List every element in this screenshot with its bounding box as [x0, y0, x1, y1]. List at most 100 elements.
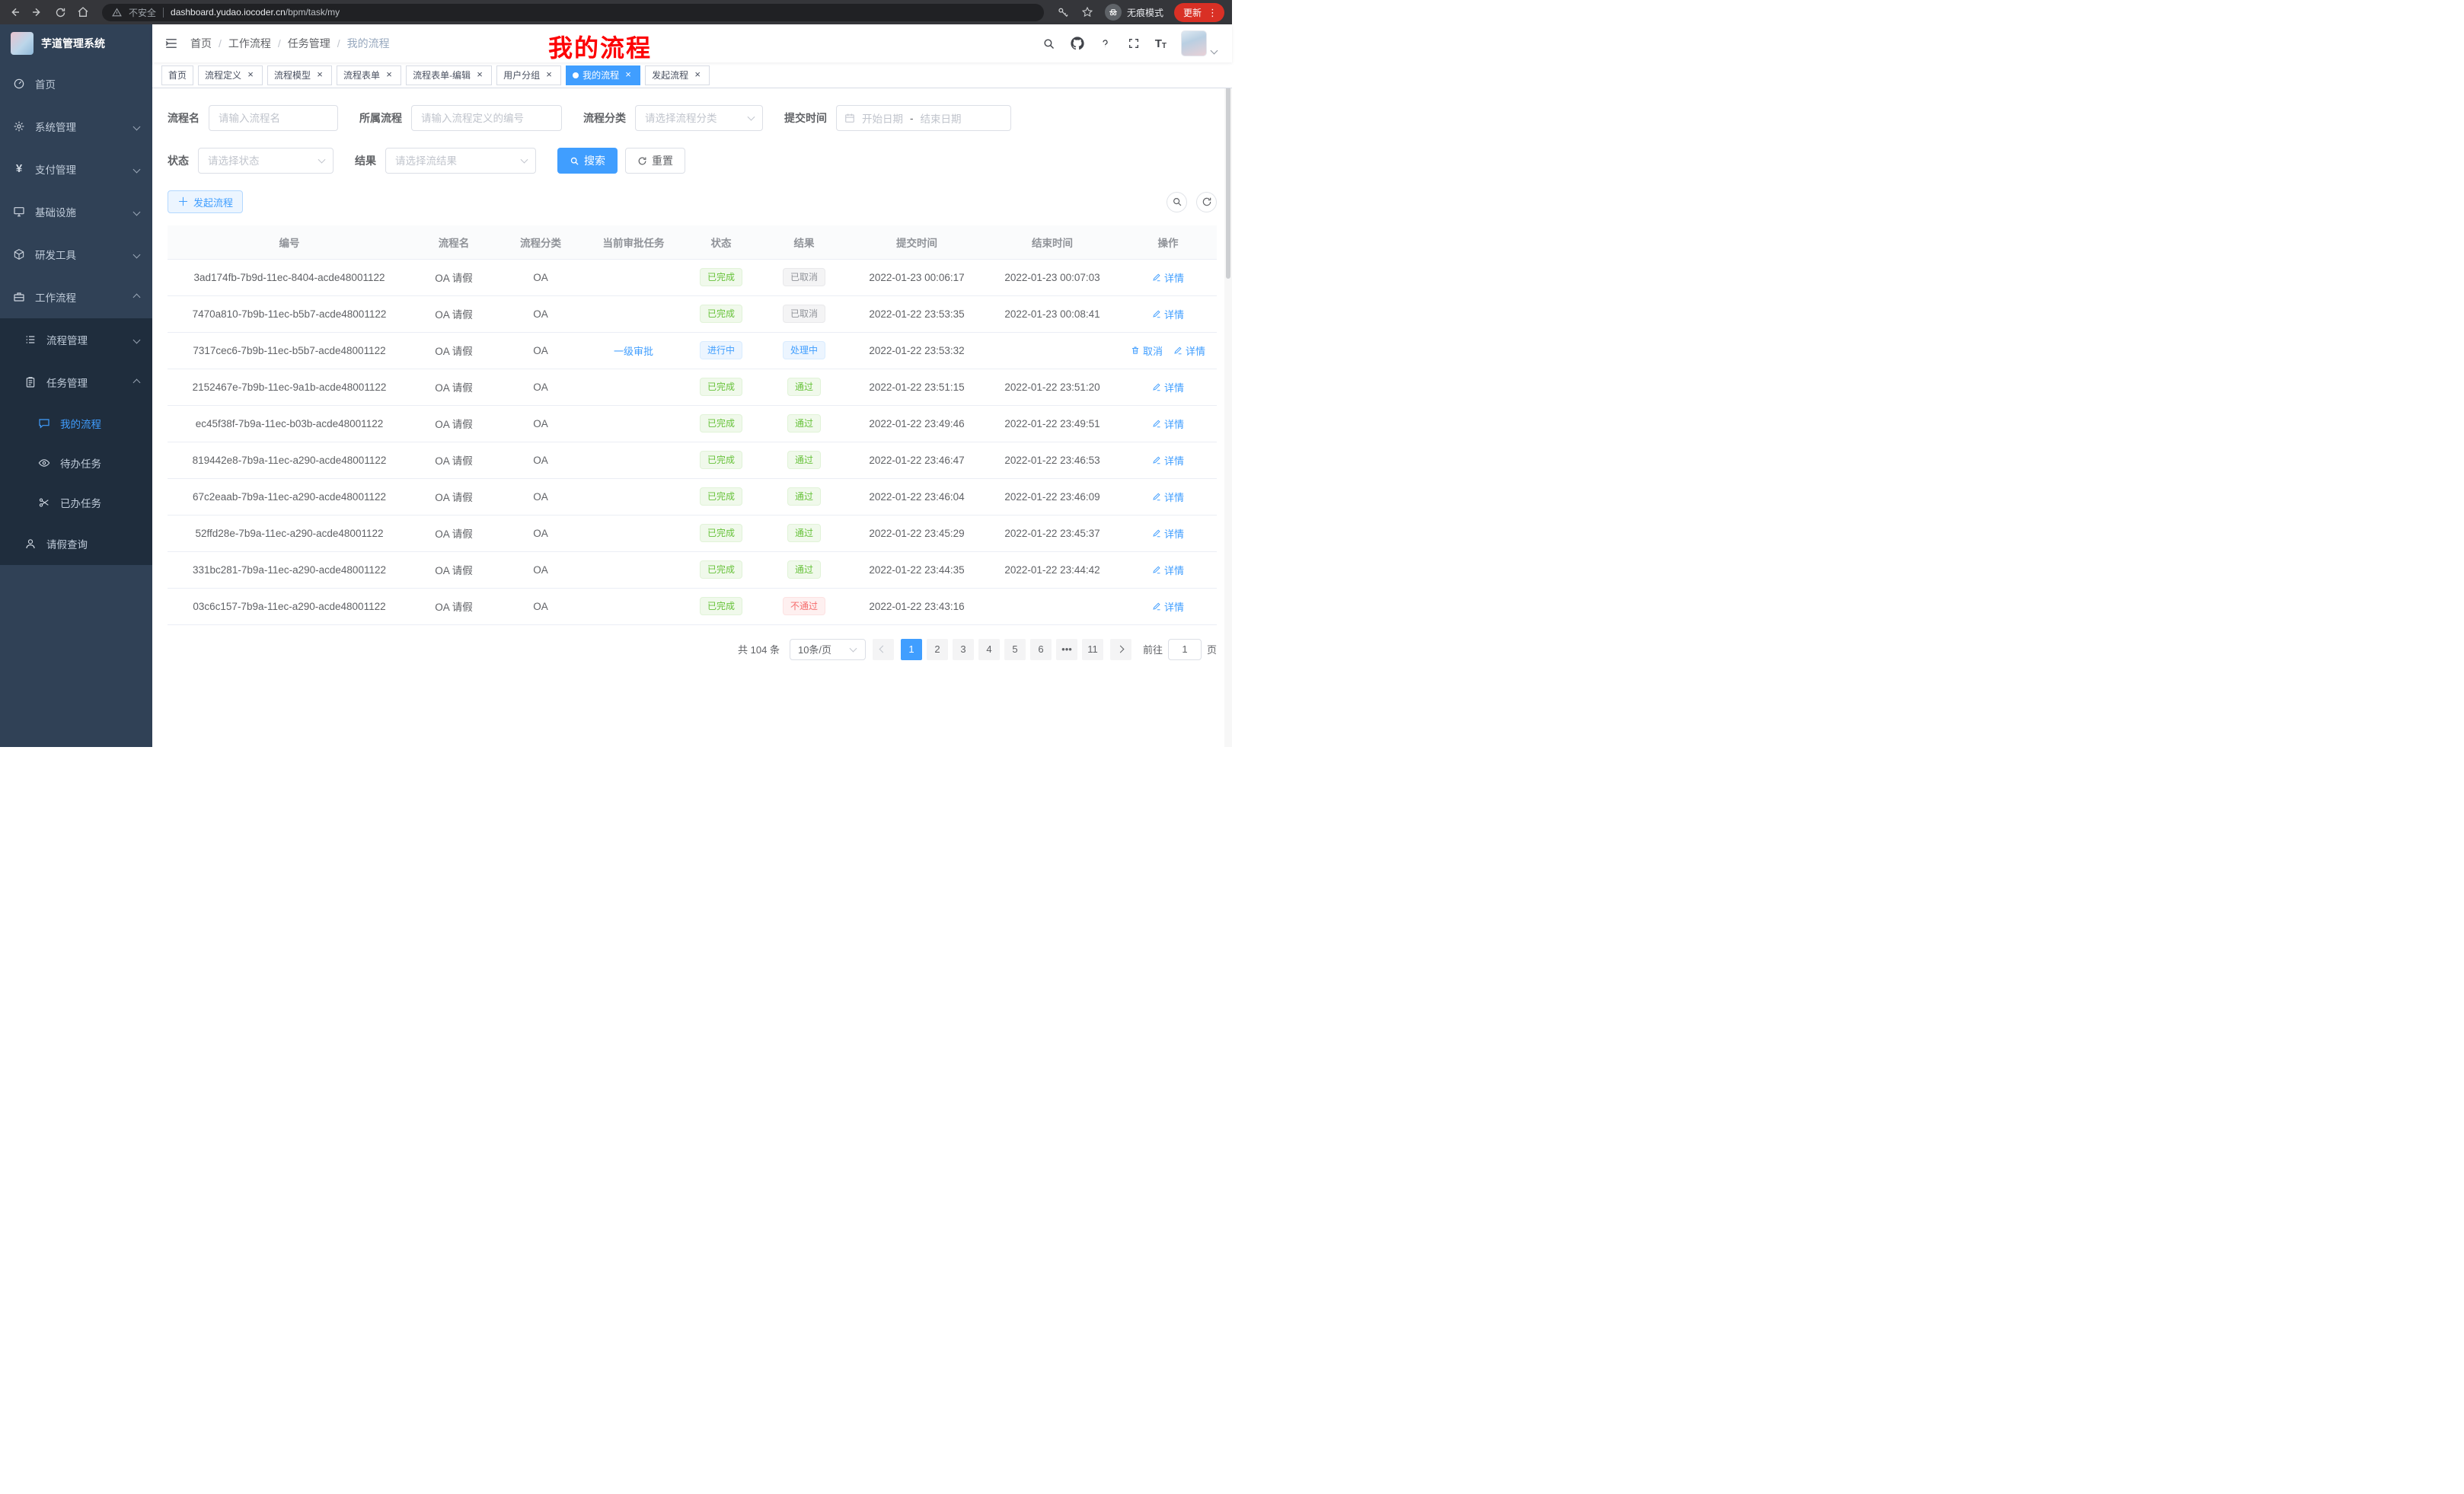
detail-link[interactable]: 详情 — [1152, 270, 1184, 285]
breadcrumb-task-mgmt[interactable]: 任务管理 — [288, 36, 330, 51]
create-process-button[interactable]: ＋ 发起流程 — [168, 190, 243, 213]
sidebar-item-system[interactable]: 系统管理 — [0, 105, 152, 148]
github-icon[interactable] — [1071, 37, 1084, 50]
result-select[interactable] — [385, 148, 536, 174]
detail-link[interactable]: 详情 — [1152, 417, 1184, 431]
tab-发起流程[interactable]: 发起流程× — [645, 65, 710, 85]
bookmark-star-icon[interactable] — [1080, 5, 1094, 19]
detail-link[interactable]: 详情 — [1152, 526, 1184, 541]
hamburger-icon[interactable] — [152, 24, 190, 62]
info-tag: 已取消 — [783, 268, 825, 286]
user-menu[interactable] — [1181, 30, 1217, 56]
status-select[interactable] — [198, 148, 334, 174]
sidebar-item-payment[interactable]: ¥ 支付管理 — [0, 148, 152, 190]
detail-link[interactable]: 详情 — [1173, 343, 1205, 358]
sidebar-item-leave-query[interactable]: 请假查询 — [0, 522, 152, 565]
tab-用户分组[interactable]: 用户分组× — [496, 65, 561, 85]
page-button-3[interactable]: 3 — [953, 639, 974, 660]
detail-link[interactable]: 详情 — [1152, 490, 1184, 504]
app-logo[interactable]: 芋道管理系统 — [0, 24, 152, 62]
tab-流程定义[interactable]: 流程定义× — [198, 65, 263, 85]
tab-close-icon[interactable]: × — [623, 70, 634, 81]
incognito-badge[interactable]: 无痕模式 — [1105, 4, 1163, 21]
help-icon[interactable] — [1099, 37, 1112, 50]
reload-icon[interactable] — [53, 5, 67, 19]
incognito-label: 无痕模式 — [1127, 6, 1163, 19]
home-icon[interactable] — [76, 5, 90, 19]
cell-category: OA — [496, 551, 585, 588]
page-button-4[interactable]: 4 — [978, 639, 1000, 660]
forward-icon[interactable] — [30, 5, 44, 19]
cancel-link[interactable]: 取消 — [1131, 343, 1163, 358]
update-button[interactable]: 更新 ⋮ — [1174, 3, 1224, 22]
cell-actions: 详情 — [1119, 515, 1217, 551]
address-bar[interactable]: 不安全 dashboard.yudao.iocoder.cn/bpm/task/… — [102, 4, 1044, 21]
incognito-icon — [1105, 4, 1122, 21]
breadcrumb-workflow[interactable]: 工作流程 — [228, 36, 271, 51]
browser-menu-icon[interactable]: ⋮ — [1208, 8, 1218, 18]
tab-流程模型[interactable]: 流程模型× — [267, 65, 332, 85]
cell-category: OA — [496, 478, 585, 515]
tab-close-icon[interactable]: × — [544, 70, 554, 81]
date-range-picker[interactable]: 开始日期 - 结束日期 — [836, 105, 1011, 131]
detail-link[interactable]: 详情 — [1152, 453, 1184, 468]
toggle-search-icon[interactable] — [1167, 192, 1187, 212]
page-ellipsis[interactable]: ••• — [1056, 639, 1077, 660]
search-icon[interactable] — [1042, 37, 1056, 50]
detail-link[interactable]: 详情 — [1152, 599, 1184, 614]
task-link[interactable]: 一级审批 — [614, 343, 653, 358]
tab-close-icon[interactable]: × — [384, 70, 394, 81]
breadcrumb-home[interactable]: 首页 — [190, 36, 212, 51]
sidebar-item-infra[interactable]: 基础设施 — [0, 190, 152, 233]
tab-我的流程[interactable]: 我的流程× — [566, 65, 640, 85]
sidebar-item-home[interactable]: 首页 — [0, 62, 152, 105]
filter-label: 流程名 — [168, 110, 199, 126]
category-select[interactable] — [635, 105, 763, 131]
detail-link[interactable]: 详情 — [1152, 563, 1184, 577]
page-button-5[interactable]: 5 — [1004, 639, 1026, 660]
sidebar-item-devtools[interactable]: 研发工具 — [0, 233, 152, 276]
scrollbar[interactable] — [1224, 24, 1232, 747]
tab-close-icon[interactable]: × — [245, 70, 256, 81]
yen-icon: ¥ — [13, 163, 25, 175]
tab-close-icon[interactable]: × — [692, 70, 703, 81]
password-key-icon[interactable] — [1056, 5, 1070, 19]
prev-page-button[interactable] — [873, 639, 894, 660]
chevron-up-icon — [133, 293, 141, 301]
page-button-6[interactable]: 6 — [1030, 639, 1052, 660]
process-def-input[interactable] — [411, 105, 562, 131]
tab-流程表单[interactable]: 流程表单× — [337, 65, 401, 85]
refresh-table-icon[interactable] — [1196, 192, 1217, 212]
sidebar-item-todo-tasks[interactable]: 待办任务 — [0, 443, 152, 483]
fullscreen-icon[interactable] — [1127, 37, 1141, 50]
search-button[interactable]: 搜索 — [557, 148, 618, 174]
detail-link[interactable]: 详情 — [1152, 307, 1184, 321]
page-button-2[interactable]: 2 — [927, 639, 948, 660]
table-header-row: 编号流程名流程分类当前审批任务状态结果提交时间结束时间操作 — [168, 225, 1217, 259]
sidebar-item-process-mgmt[interactable]: 流程管理 — [0, 318, 152, 361]
sidebar-item-my-process[interactable]: 我的流程 — [0, 404, 152, 443]
page-size-select[interactable]: 10条/页 — [790, 639, 866, 660]
tab-流程表单-编辑[interactable]: 流程表单-编辑× — [406, 65, 492, 85]
top-header: 首页 / 工作流程 / 任务管理 / 我的流程 TT — [152, 24, 1232, 62]
tab-首页[interactable]: 首页 — [161, 65, 193, 85]
page-button-1[interactable]: 1 — [901, 639, 922, 660]
tab-close-icon[interactable]: × — [474, 70, 485, 81]
page-button-11[interactable]: 11 — [1082, 639, 1103, 660]
reset-button[interactable]: 重置 — [625, 148, 685, 174]
tab-close-icon[interactable]: × — [314, 70, 325, 81]
page-url: dashboard.yudao.iocoder.cn/bpm/task/my — [171, 7, 340, 18]
detail-link[interactable]: 详情 — [1152, 380, 1184, 394]
next-page-button[interactable] — [1110, 639, 1131, 660]
back-icon[interactable] — [8, 5, 21, 19]
cell-actions: 详情 — [1119, 551, 1217, 588]
goto-page-input[interactable] — [1168, 639, 1202, 660]
cell-status: 已完成 — [682, 369, 760, 405]
edit-icon — [1152, 382, 1161, 391]
sidebar-item-workflow[interactable]: 工作流程 — [0, 276, 152, 318]
cell-id: ec45f38f-7b9a-11ec-b03b-acde48001122 — [168, 405, 411, 442]
sidebar-item-done-tasks[interactable]: 已办任务 — [0, 483, 152, 522]
font-size-icon[interactable]: TT — [1155, 37, 1167, 50]
sidebar-item-task-mgmt[interactable]: 任务管理 — [0, 361, 152, 404]
process-name-input[interactable] — [209, 105, 338, 131]
